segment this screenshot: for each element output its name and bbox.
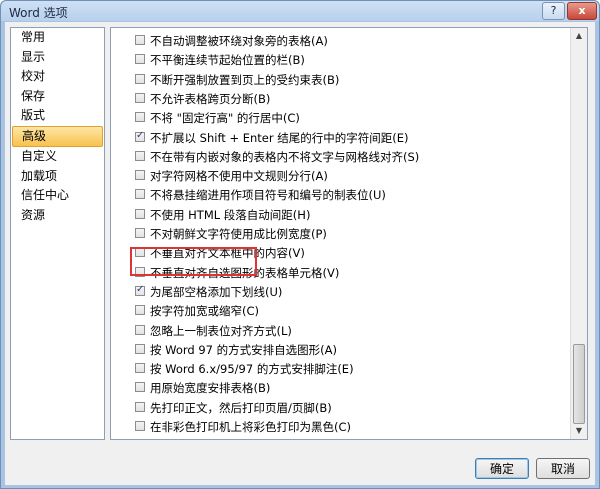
option-row[interactable]: 不平衡连续节起始位置的栏(B) [111,50,573,69]
dialog-client: 常用 显示 校对 保存 版式 高级 自定义 加载项 信任中心 资源 不自动调整被环绕对象旁的表格(… [5,22,595,485]
word-options-dialog: Word 选项 ? x 常用 显示 校对 保存 版式 高级 自定义 加载项 信任中心 资源 不自动… [0,0,600,489]
option-label: 不自动调整被环绕对象旁的表格(A) [150,34,328,48]
option-label: 为尾部空格添加下划线(U) [150,284,283,299]
option-row[interactable]: 选定带有首字符或尾字符的整个域(E) [111,436,573,439]
title-bar: Word 选项 ? x [1,1,599,21]
option-row[interactable]: 不垂直对齐文本框中的内容(V) [111,243,573,262]
option-checkbox[interactable] [135,228,145,238]
option-checkbox[interactable] [135,170,145,181]
option-label: 选定带有首字符或尾字符的整个域(E) [150,438,339,439]
option-checkbox[interactable] [135,189,145,200]
window-title: Word 选项 [9,6,68,20]
option-label: 不将悬挂缩进用作项目符号和编号的制表位(U) [150,188,386,203]
option-row[interactable]: 不断开强制放置到页上的受约束表(B) [111,70,573,89]
close-button[interactable]: x [567,2,597,20]
option-checkbox[interactable] [135,382,145,393]
option-row[interactable]: 不将悬挂缩进用作项目符号和编号的制表位(U) [111,185,573,204]
sidebar-item[interactable]: 保存 [11,87,104,107]
option-label: 用原始宽度安排表格(B) [150,381,271,396]
sidebar-item[interactable]: 加载项 [11,167,104,187]
ok-button[interactable]: 确定 [475,458,529,479]
option-checkbox[interactable] [135,73,145,84]
options-panel: 不自动调整被环绕对象旁的表格(A) 不平衡连续节起始位置的栏(B) 不断开强制放置到… [110,27,588,440]
sidebar-item[interactable]: 显示 [11,48,104,68]
option-row[interactable]: 按 Word 97 的方式安排自选图形(A) [111,340,573,359]
option-checkbox[interactable] [135,421,145,431]
option-label: 不垂直对齐文本框中的内容(V) [150,246,305,261]
option-row[interactable]: 不对朝鲜文字符使用成比例宽度(P) [111,224,573,243]
option-checkbox[interactable] [135,401,145,412]
option-row[interactable]: 先打印正文，然后打印页眉/页脚(B) [111,398,573,417]
option-checkbox[interactable] [135,247,145,258]
option-row[interactable]: 不在带有内嵌对象的表格内不将文字与网格线对齐(S) [111,147,573,166]
option-label: 在非彩色打印机上将彩色打印为黑色(C) [150,420,352,434]
scroll-up-icon[interactable]: ▲ [573,30,585,42]
help-button[interactable]: ? [542,2,565,20]
option-checkbox[interactable] [135,305,145,316]
option-row[interactable]: 对字符网格不使用中文规则分行(A) [111,166,573,185]
option-label: 不使用 HTML 段落自动间距(H) [150,207,311,222]
option-row[interactable]: 按字符加宽或缩窄(C) [111,301,573,320]
option-row[interactable]: 按 Word 6.x/95/97 的方式安排脚注(E) [111,359,573,378]
option-label: 按 Word 97 的方式安排自选图形(A) [150,342,337,357]
option-checkbox[interactable] [135,92,145,103]
option-label: 不垂直对齐自选图形的表格单元格(V) [150,265,340,280]
vertical-scrollbar[interactable]: ▲ ▼ [570,28,587,439]
option-row[interactable]: 不允许表格跨页分断(B) [111,89,573,108]
scroll-thumb[interactable] [573,344,585,424]
sidebar-item[interactable]: 常用 [11,28,104,48]
option-checkbox[interactable] [135,150,145,161]
option-checkbox[interactable] [135,54,145,65]
option-checkbox[interactable] [135,266,145,277]
option-label: 不平衡连续节起始位置的栏(B) [150,53,305,68]
option-checkbox[interactable] [135,208,145,219]
sidebar-item[interactable]: 资源 [11,206,104,226]
sidebar-item[interactable]: 校对 [11,67,104,87]
option-label: 对字符网格不使用中文规则分行(A) [150,169,328,184]
option-label: 不断开强制放置到页上的受约束表(B) [150,72,340,87]
sidebar-item[interactable]: 自定义 [11,147,104,167]
option-label: 先打印正文，然后打印页眉/页脚(B) [150,400,332,415]
option-label: 按 Word 6.x/95/97 的方式安排脚注(E) [150,362,354,377]
option-row[interactable]: 忽略上一制表位对齐方式(L) [111,321,573,340]
option-row[interactable]: 不使用 HTML 段落自动间距(H) [111,205,573,224]
sidebar-list: 常用 显示 校对 保存 版式 高级 自定义 加载项 信任中心 资源 [11,28,104,225]
option-label: 忽略上一制表位对齐方式(L) [150,323,292,338]
cancel-button[interactable]: 取消 [536,458,590,479]
option-label: 不扩展以 Shift + Enter 结尾的行中的字符间距(E) [150,130,409,145]
scroll-down-icon[interactable]: ▼ [573,425,585,437]
option-checkbox[interactable] [135,130,145,142]
sidebar: 常用 显示 校对 保存 版式 高级 自定义 加载项 信任中心 资源 [10,27,105,440]
sidebar-item[interactable]: 信任中心 [11,186,104,206]
option-label: 不允许表格跨页分断(B) [150,91,271,106]
option-row[interactable]: 为尾部空格添加下划线(U) [111,282,573,301]
option-label: 不在带有内嵌对象的表格内不将文字与网格线对齐(S) [150,149,420,164]
option-row[interactable]: 不垂直对齐自选图形的表格单元格(V) [111,263,573,282]
option-checkbox[interactable] [135,284,145,296]
option-checkbox[interactable] [135,35,145,45]
option-row[interactable]: 不扩展以 Shift + Enter 结尾的行中的字符间距(E) [111,128,573,147]
option-label: 按字符加宽或缩窄(C) [150,304,260,319]
option-row[interactable]: 在非彩色打印机上将彩色打印为黑色(C) [111,417,573,436]
sidebar-item[interactable]: 版式 [11,106,104,126]
option-row[interactable]: 不将 "固定行高" 的行居中(C) [111,108,573,127]
option-row[interactable]: 不自动调整被环绕对象旁的表格(A) [111,31,573,50]
option-checkbox[interactable] [135,343,145,354]
option-checkbox[interactable] [135,324,145,335]
option-label: 不对朝鲜文字符使用成比例宽度(P) [150,227,327,241]
sidebar-item[interactable]: 高级 [12,125,103,147]
option-row[interactable]: 用原始宽度安排表格(B) [111,378,573,397]
option-label: 不将 "固定行高" 的行居中(C) [150,111,300,126]
option-checkbox[interactable] [135,363,145,374]
option-checkbox[interactable] [135,112,145,123]
